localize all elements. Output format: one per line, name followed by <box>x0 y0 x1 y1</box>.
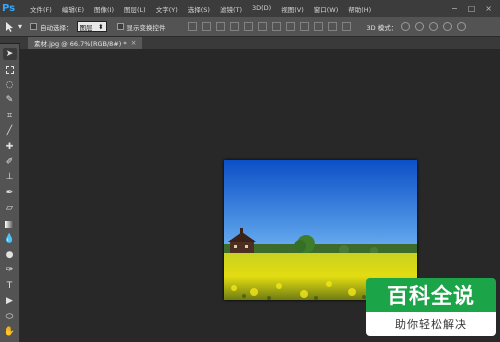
menu-3d[interactable]: 3D(D) <box>247 4 276 14</box>
dodge-tool-button[interactable]: ● <box>3 249 17 261</box>
menu-items: 文件(F) 编辑(E) 图像(I) 图层(L) 文字(Y) 选择(S) 滤镜(T… <box>25 4 376 14</box>
auto-select-checkbox[interactable] <box>30 23 38 30</box>
distribute-top-icon[interactable] <box>271 22 281 31</box>
blur-icon: 💧 <box>3 234 16 245</box>
auto-select-label: 自动选择： <box>40 23 73 32</box>
menu-select[interactable]: 选择(S) <box>183 4 215 14</box>
drag-3d-icon[interactable] <box>429 22 439 31</box>
align-top-icon[interactable] <box>187 22 197 31</box>
history-brush-tool-button[interactable]: ✒ <box>3 187 17 199</box>
auto-select-value: 图层 <box>79 23 93 32</box>
crop-tool-button[interactable]: ⌗ <box>3 110 17 122</box>
tools-panel: ➤ ◌ ✎ ⌗ ╱ ✚ ✐ ⊥ ✒ ▱ 💧 ● ✑ T ▶ ⬭ ✋ <box>0 44 20 342</box>
window-controls: − □ × <box>451 4 500 13</box>
lasso-tool-button[interactable]: ◌ <box>3 79 17 91</box>
tool-preset-picker[interactable]: ▾ <box>4 21 22 33</box>
options-bar: ▾ 自动选择： 图层 ⬍ 显示变换控件 3D 模式： <box>0 17 500 37</box>
crop-icon: ⌗ <box>6 110 13 121</box>
gradient-icon <box>5 220 14 228</box>
gradient-tool-button[interactable] <box>3 218 17 230</box>
scale-3d-icon[interactable] <box>457 22 467 31</box>
brush-icon: ✐ <box>5 157 14 168</box>
brush-tool-button[interactable]: ✐ <box>3 156 17 168</box>
chevron-down-icon: ▾ <box>18 22 23 31</box>
pen-icon: ✑ <box>5 265 14 276</box>
shape-icon: ⬭ <box>5 311 14 322</box>
auto-select-dropdown[interactable]: 图层 ⬍ <box>76 21 107 32</box>
move-tool-button[interactable]: ➤ <box>2 48 17 61</box>
show-transform-checkbox[interactable] <box>116 23 124 30</box>
align-buttons <box>187 22 351 31</box>
move-tool-icon <box>6 21 13 32</box>
eraser-icon: ▱ <box>6 203 13 214</box>
hand-tool-button[interactable]: ✋ <box>3 326 17 338</box>
menu-file[interactable]: 文件(F) <box>25 4 57 14</box>
align-hcenter-icon[interactable] <box>243 22 253 31</box>
menu-image[interactable]: 图像(I) <box>89 4 119 14</box>
maximize-button[interactable]: □ <box>468 4 476 13</box>
eyedropper-icon: ╱ <box>6 126 13 137</box>
menu-window[interactable]: 窗口(W) <box>309 4 344 14</box>
healing-brush-tool-button[interactable]: ✚ <box>3 141 17 153</box>
toolbar-header[interactable] <box>0 37 20 44</box>
rotate-3d-icon[interactable] <box>401 22 411 31</box>
distribute-bottom-icon[interactable] <box>299 22 309 31</box>
mode-3d-label: 3D 模式： <box>366 23 398 32</box>
lasso-icon: ◌ <box>5 79 14 90</box>
distribute-hcenter-icon[interactable] <box>327 22 337 31</box>
baike-watermark: 百科全说 助你轻松解决 <box>366 278 496 336</box>
type-icon: T <box>6 280 13 291</box>
document-tab-bar: 素材.jpg @ 66.7%(RGB/8#) * × <box>20 37 500 49</box>
align-bottom-icon[interactable] <box>215 22 225 31</box>
align-left-icon[interactable] <box>229 22 239 31</box>
marquee-icon <box>5 65 14 74</box>
type-tool-button[interactable]: T <box>3 280 17 292</box>
move-icon: ➤ <box>5 48 14 59</box>
menu-edit[interactable]: 编辑(E) <box>57 4 89 14</box>
roll-3d-icon[interactable] <box>415 22 425 31</box>
dropdown-arrow-icon: ⬍ <box>98 22 104 31</box>
marquee-tool-button[interactable] <box>3 63 17 75</box>
healing-brush-icon: ✚ <box>5 141 14 152</box>
path-select-icon: ▶ <box>6 296 13 307</box>
close-tab-icon[interactable]: × <box>131 39 137 47</box>
hand-icon: ✋ <box>3 327 16 338</box>
slide-3d-icon[interactable] <box>443 22 453 31</box>
path-select-tool-button[interactable]: ▶ <box>3 296 17 308</box>
mode-3d-buttons <box>401 22 467 31</box>
shape-tool-button[interactable]: ⬭ <box>3 311 17 323</box>
menu-bar: Ps 文件(F) 编辑(E) 图像(I) 图层(L) 文字(Y) 选择(S) 滤… <box>0 0 500 17</box>
menu-view[interactable]: 视图(V) <box>276 4 309 14</box>
clone-stamp-tool-button[interactable]: ⊥ <box>3 172 17 184</box>
eraser-tool-button[interactable]: ▱ <box>3 203 17 215</box>
minimize-button[interactable]: − <box>451 4 458 13</box>
pen-tool-button[interactable]: ✑ <box>3 265 17 277</box>
blur-tool-button[interactable]: 💧 <box>3 234 17 246</box>
history-brush-icon: ✒ <box>5 187 14 198</box>
photoshop-logo: Ps <box>0 0 17 17</box>
align-vcenter-icon[interactable] <box>201 22 211 31</box>
quick-select-icon: ✎ <box>5 95 14 106</box>
eyedropper-tool-button[interactable]: ╱ <box>3 125 17 137</box>
align-right-icon[interactable] <box>257 22 267 31</box>
distribute-vcenter-icon[interactable] <box>285 22 295 31</box>
quick-select-tool-button[interactable]: ✎ <box>3 94 17 106</box>
dodge-icon: ● <box>5 249 14 260</box>
menu-layer[interactable]: 图层(L) <box>119 4 151 14</box>
document-tab[interactable]: 素材.jpg @ 66.7%(RGB/8#) * × <box>28 37 143 49</box>
close-button[interactable]: × <box>485 4 492 13</box>
document-title: 素材.jpg @ 66.7%(RGB/8#) * <box>34 40 127 48</box>
menu-help[interactable]: 帮助(H) <box>343 4 376 14</box>
watermark-title: 百科全说 <box>366 278 496 312</box>
menu-type[interactable]: 文字(Y) <box>151 4 183 14</box>
clone-stamp-icon: ⊥ <box>5 172 14 183</box>
menu-filter[interactable]: 滤镜(T) <box>215 4 247 14</box>
distribute-right-icon[interactable] <box>341 22 351 31</box>
show-transform-label: 显示变换控件 <box>126 23 166 32</box>
watermark-subtitle: 助你轻松解决 <box>366 312 496 336</box>
distribute-left-icon[interactable] <box>313 22 323 31</box>
